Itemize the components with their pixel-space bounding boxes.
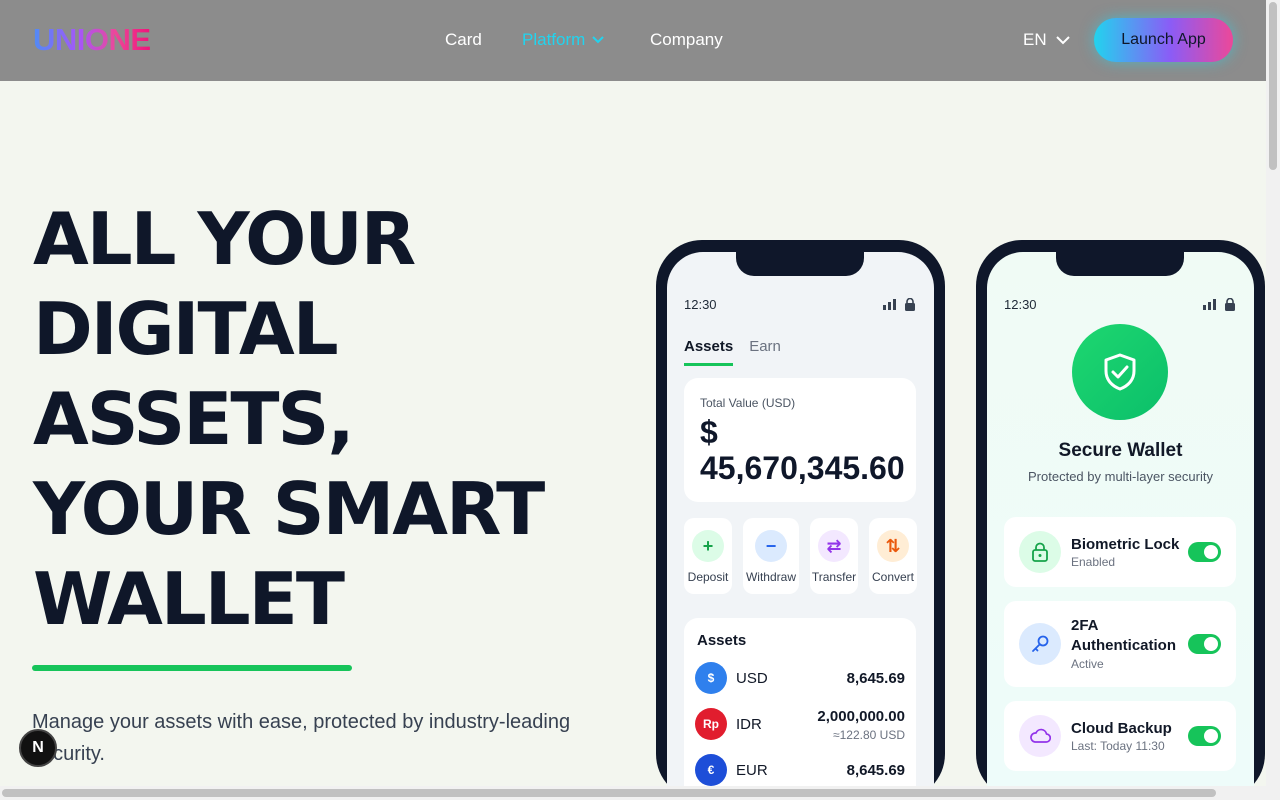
chevron-down-icon <box>1055 36 1070 45</box>
asset-usd-equivalent: ≈122.80 USD <box>833 728 905 742</box>
security-item-state: Last: Today 11:30 <box>1071 739 1165 753</box>
logo[interactable]: UNIONE <box>33 22 151 58</box>
cloud-icon <box>1019 715 1061 757</box>
euro-coin-icon: € <box>695 754 727 786</box>
assets-list: Assets $ USD 8,645.69 Rp IDR 2,000,000.0… <box>684 618 916 800</box>
scrollbar-thumb[interactable] <box>1269 2 1277 170</box>
asset-row-eur[interactable]: € EUR 8,645.69 <box>695 754 905 786</box>
total-value-card: Total Value (USD) $ 45,670,345.60 <box>684 378 916 502</box>
plus-icon: + <box>692 530 724 562</box>
dollar-coin-icon: $ <box>695 662 727 694</box>
asset-symbol: IDR <box>736 716 762 733</box>
asset-amount: 8,645.69 <box>846 670 905 687</box>
security-item-2fa: 2FA Authentication Active <box>1004 601 1236 687</box>
status-icons <box>883 298 916 311</box>
status-icons <box>1203 298 1236 311</box>
action-label: Withdraw <box>745 570 796 584</box>
phone-screen: 12:30 Assets Earn Total Value (USD) $ 45… <box>667 252 934 800</box>
phone-mockup-assets: 12:30 Assets Earn Total Value (USD) $ 45… <box>656 240 945 800</box>
scrollbar-thumb[interactable] <box>2 789 1216 797</box>
nav-platform-label: Platform <box>522 30 586 49</box>
hero-title: ALL YOUR DIGITAL ASSETS, YOUR SMART WALL… <box>33 194 593 644</box>
dev-badge[interactable]: N <box>19 729 57 767</box>
action-label: Convert <box>871 570 915 584</box>
assets-list-title: Assets <box>697 632 747 649</box>
phone-notch <box>736 252 864 276</box>
cloud-backup-toggle[interactable] <box>1188 726 1221 746</box>
vertical-scrollbar[interactable] <box>1266 0 1280 800</box>
hero-subtitle: Manage your assets with ease, protected … <box>32 711 571 765</box>
security-item-name: 2FA Authentication <box>1071 617 1176 654</box>
hero-title-line: YOUR SMART <box>33 467 545 551</box>
lock-icon <box>1225 298 1235 311</box>
quick-actions: + Deposit − Withdraw ⇄ Transfer ⇅ Conver… <box>684 518 917 594</box>
secure-wallet-title: Secure Wallet <box>1058 440 1183 461</box>
language-selector[interactable]: EN <box>1023 30 1071 50</box>
total-value-amount: $ 45,670,345.60 <box>700 414 905 486</box>
lock-icon <box>905 298 915 311</box>
secure-wallet-subtitle: Protected by multi-layer security <box>1028 469 1213 484</box>
nav-company[interactable]: Company <box>650 30 723 50</box>
asset-row-idr[interactable]: Rp IDR 2,000,000.00 ≈122.80 USD <box>695 708 905 742</box>
convert-button[interactable]: ⇅ Convert <box>869 518 917 594</box>
hero-title-line: ALL YOUR <box>33 197 416 281</box>
site-header: UNIONE Card Platform Company EN Launch A… <box>0 0 1266 81</box>
hero-title-line: WALLET <box>33 557 345 641</box>
security-item-state: Active <box>1071 657 1104 671</box>
chevron-down-icon <box>592 36 605 44</box>
asset-amount: 2,000,000.00 <box>817 708 905 725</box>
hero-title-line: ASSETS, <box>33 377 355 461</box>
hero-title-line: DIGITAL <box>33 287 339 371</box>
rupiah-coin-icon: Rp <box>695 708 727 740</box>
signal-icon <box>1203 299 1216 310</box>
horizontal-scrollbar[interactable] <box>0 786 1266 800</box>
asset-tabs: Assets Earn <box>684 338 781 366</box>
transfer-arrows-icon: ⇄ <box>818 530 850 562</box>
accent-divider <box>32 665 352 671</box>
shield-check-icon <box>1072 324 1168 420</box>
withdraw-button[interactable]: − Withdraw <box>743 518 799 594</box>
status-time: 12:30 <box>684 297 717 312</box>
nav-card[interactable]: Card <box>445 30 482 50</box>
language-label: EN <box>1023 30 1047 49</box>
deposit-button[interactable]: + Deposit <box>684 518 732 594</box>
2fa-toggle[interactable] <box>1188 634 1221 654</box>
status-time: 12:30 <box>1004 297 1037 312</box>
asset-amount: 8,645.69 <box>846 762 905 779</box>
security-item-name: Cloud Backup <box>1071 720 1172 737</box>
nav-platform[interactable]: Platform <box>522 30 605 50</box>
transfer-button[interactable]: ⇄ Transfer <box>810 518 858 594</box>
asset-symbol: USD <box>736 670 768 687</box>
tab-assets[interactable]: Assets <box>684 338 734 366</box>
tab-earn[interactable]: Earn <box>749 338 781 366</box>
action-label: Deposit <box>687 570 729 584</box>
signal-icon <box>883 299 896 310</box>
biometric-toggle[interactable] <box>1188 542 1221 562</box>
action-label: Transfer <box>811 570 857 584</box>
lock-icon <box>1019 531 1061 573</box>
security-item-state: Enabled <box>1071 555 1116 569</box>
key-icon <box>1019 623 1061 665</box>
convert-arrows-icon: ⇅ <box>877 530 909 562</box>
minus-icon: − <box>755 530 787 562</box>
security-item-cloud-backup: Cloud Backup Last: Today 11:30 <box>1004 701 1236 771</box>
asset-symbol: EUR <box>736 762 768 779</box>
phone-screen: 12:30 Secure Wallet Protected by multi-l… <box>987 252 1254 800</box>
launch-app-button[interactable]: Launch App <box>1094 18 1233 62</box>
phone-notch <box>1056 252 1184 276</box>
total-value-label: Total Value (USD) <box>700 396 796 410</box>
phone-mockup-security: 12:30 Secure Wallet Protected by multi-l… <box>976 240 1265 800</box>
asset-row-usd[interactable]: $ USD 8,645.69 <box>695 662 905 694</box>
security-item-biometric: Biometric Lock Enabled <box>1004 517 1236 587</box>
security-item-name: Biometric Lock <box>1071 536 1180 553</box>
